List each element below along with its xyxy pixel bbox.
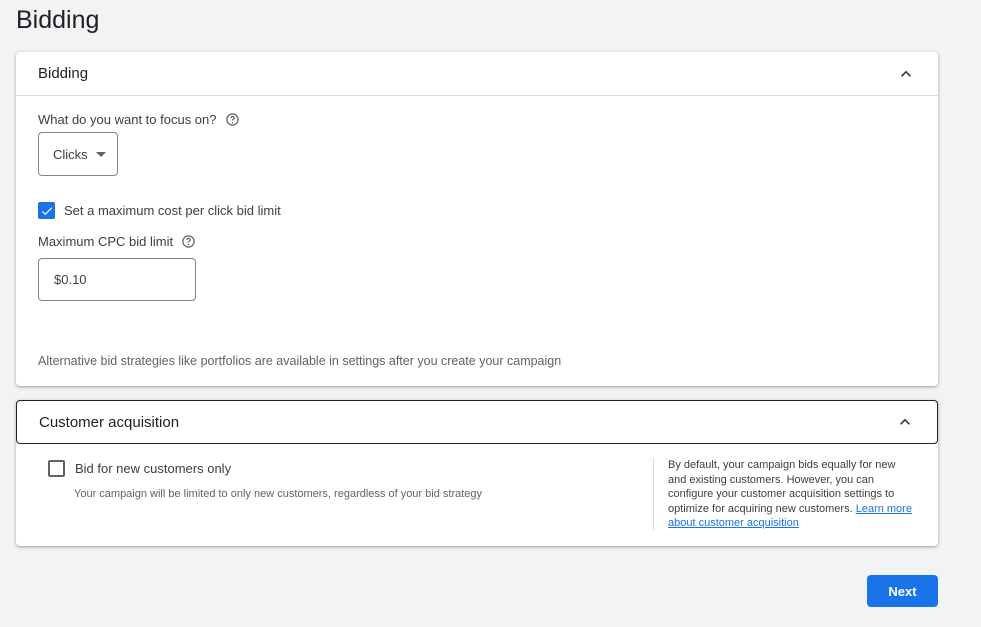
max-cpc-input[interactable] (54, 272, 174, 287)
max-cpc-label: Maximum CPC bid limit (38, 234, 174, 249)
chevron-up-icon[interactable] (896, 64, 916, 84)
max-cpc-checkbox-label: Set a maximum cost per click bid limit (64, 203, 281, 218)
bidding-card: Bidding What do you want to focus on? Cl… (16, 52, 938, 386)
max-cpc-label-row: Maximum CPC bid limit (38, 234, 196, 249)
focus-label-row: What do you want to focus on? (38, 112, 240, 127)
alternative-strategies-note: Alternative bid strategies like portfoli… (38, 354, 562, 368)
focus-dropdown-value: Clicks (53, 146, 88, 162)
new-customers-option: Bid for new customers only Your campaign… (48, 460, 482, 500)
bidding-card-header[interactable]: Bidding (16, 52, 938, 96)
customer-acquisition-card: Customer acquisition Bid for new custome… (16, 400, 938, 546)
new-customers-checkbox-label: Bid for new customers only (75, 461, 232, 476)
help-circle-icon[interactable] (181, 234, 196, 249)
chevron-up-icon[interactable] (895, 412, 915, 432)
page-title: Bidding (16, 6, 100, 34)
check-icon (41, 206, 52, 215)
help-circle-icon[interactable] (225, 112, 240, 127)
new-customers-description: Your campaign will be limited to only ne… (74, 488, 483, 500)
caret-down-icon (95, 151, 106, 157)
next-button[interactable]: Next (867, 575, 938, 607)
max-cpc-checkbox[interactable] (38, 202, 55, 219)
customer-acquisition-title: Customer acquisition (39, 413, 180, 431)
new-customers-checkbox[interactable] (48, 460, 65, 477)
customer-acquisition-info: By default, your campaign bids equally f… (668, 458, 916, 531)
focus-dropdown[interactable]: Clicks (38, 132, 118, 176)
max-cpc-input-wrapper (38, 258, 196, 301)
new-customers-checkbox-row[interactable]: Bid for new customers only (48, 460, 482, 477)
max-cpc-checkbox-row[interactable]: Set a maximum cost per click bid limit (38, 202, 281, 219)
customer-acquisition-header[interactable]: Customer acquisition (16, 400, 938, 444)
divider (653, 458, 654, 530)
focus-label: What do you want to focus on? (38, 112, 217, 127)
bidding-card-title: Bidding (38, 65, 89, 82)
